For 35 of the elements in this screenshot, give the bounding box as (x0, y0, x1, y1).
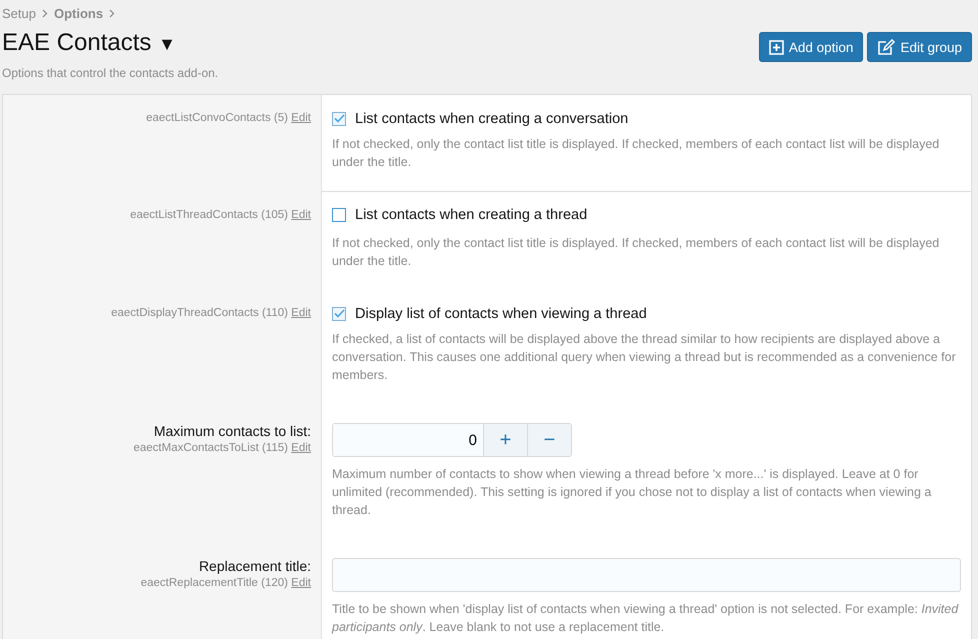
caret-icon[interactable]: ▼ (158, 34, 176, 54)
edit-link[interactable]: Edit (291, 112, 311, 124)
option-hint: If not checked, only the contact list title is displayed. If checked, members of each contact list will be displayed under the title. (332, 136, 940, 171)
text-field[interactable] (332, 558, 961, 592)
option-hint: If checked, a list of contacts will be displayed above the thread similar to how recipients are displayed above a conversation. This causes one additional query when viewing a thread but is recommended as a convenience for members. (332, 331, 957, 384)
breadcrumb-link[interactable]: Setup (2, 6, 36, 21)
option-hint: Title to be shown when 'display list of contacts when viewing a thread' option is not selected. For example: Invited participants only. Leave blank to not use a replacement title. (332, 601, 960, 636)
page-description: Options that control the contacts add-on. (2, 66, 218, 80)
chevron-icon (42, 9, 48, 18)
pencil-square-icon (877, 39, 896, 55)
checkbox[interactable] (332, 306, 346, 320)
checkbox-label[interactable]: List contacts when creating a thread (355, 207, 588, 223)
option-id: eaectReplacementTitle (120) (140, 577, 288, 589)
option-label: Maximum contacts to list: (152, 423, 311, 439)
action-button[interactable]: Edit group (867, 32, 972, 62)
edit-link[interactable]: Edit (291, 209, 311, 221)
option-id: eaectDisplayThreadContacts (110) (111, 307, 288, 319)
edit-link[interactable]: Edit (291, 442, 311, 454)
option-hint: Maximum number of contacts to show when viewing a thread before 'x more...' is displayed. Leave at 0 for unlimited (recommended). This setting is ignored if you chose not to display a list of contacts when viewing a thread. (332, 466, 932, 519)
checkbox-label[interactable]: Display list of contacts when viewing a thread (355, 306, 647, 322)
edit-link[interactable]: Edit (291, 307, 311, 319)
option-label: Replacement title: (198, 558, 311, 574)
breadcrumb-link[interactable]: Options (54, 6, 104, 21)
plus-square-icon (768, 40, 784, 54)
checkbox[interactable] (332, 208, 346, 222)
option-hint: If not checked, only the contact list title is displayed. If checked, members of each contact list will be displayed under the title. (332, 235, 940, 270)
action-button[interactable]: Add option (758, 32, 864, 62)
option-id: eaectMaxContactsToList (115) (133, 442, 288, 454)
checkbox-label[interactable]: List contacts when creating a conversation (355, 110, 628, 126)
option-id: eaectListThreadContacts (105) (130, 209, 288, 221)
page-title: EAE Contacts (2, 29, 152, 56)
option-id: eaectListConvoContacts (5) (146, 112, 288, 124)
chevron-icon (109, 9, 116, 18)
checkbox[interactable] (332, 112, 346, 126)
edit-link[interactable]: Edit (291, 577, 311, 589)
